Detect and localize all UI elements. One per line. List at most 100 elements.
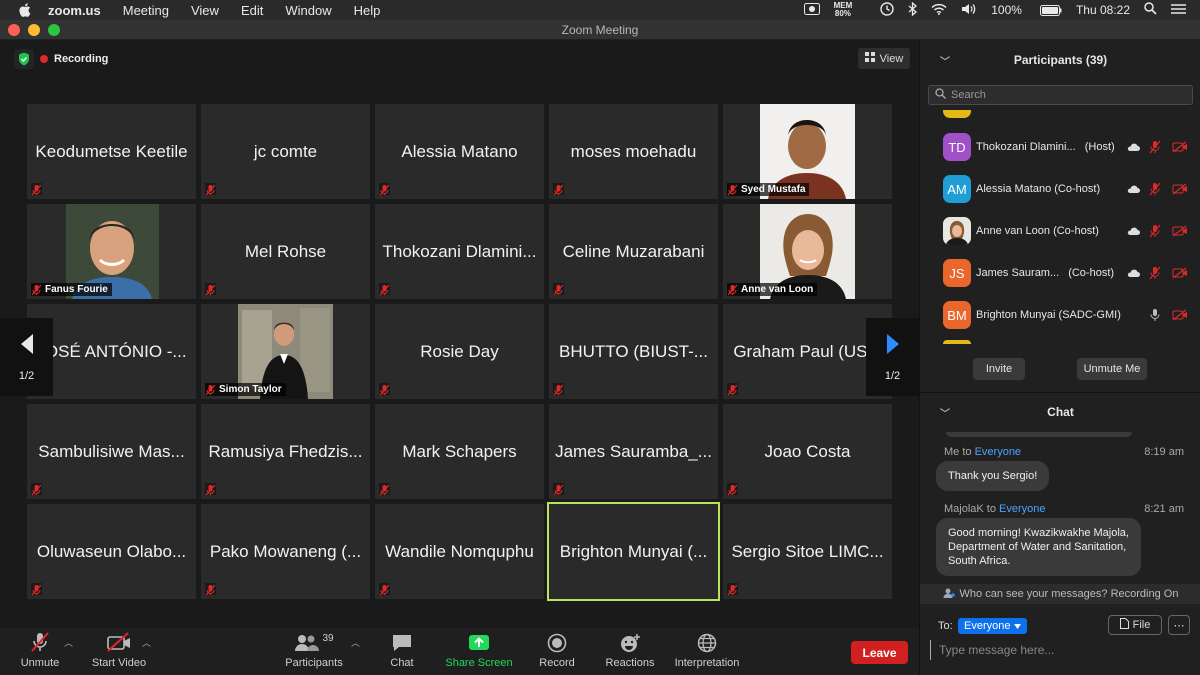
encryption-shield-icon[interactable] [14,49,34,69]
participant-row[interactable]: TD Thokozani Dlamini... (Host) [920,129,1200,165]
video-tile[interactable]: Mark Schapers [375,404,544,499]
participant-row[interactable]: Anne van Loon (Co-host) [920,213,1200,249]
chat-visibility-notice[interactable]: Who can see your messages? Recording On [920,584,1200,604]
file-button[interactable]: File [1108,615,1162,635]
video-tile[interactable]: moses moehadu [549,104,718,199]
volume-icon[interactable] [961,3,977,18]
active-speaker-tile[interactable]: Brighton Munyai (... [547,502,720,601]
participant-row[interactable]: BM Brighton Munyai (SADC-GMI) [920,297,1200,333]
video-tile[interactable]: Keodumetse Keetile [27,104,196,199]
video-off-icon [107,632,130,652]
menu-edit[interactable]: Edit [241,3,263,18]
video-tile[interactable]: jc comte [201,104,370,199]
menu-window[interactable]: Window [285,3,331,18]
video-tile[interactable]: Sambulisiwe Mas... [27,404,196,499]
unmute-button[interactable]: Unmute [14,628,66,675]
video-tile[interactable]: Simon Taylor [201,304,370,399]
muted-mic-icon[interactable] [1149,266,1161,280]
share-screen-button[interactable]: Share Screen [442,628,516,675]
wifi-icon[interactable] [931,3,947,18]
audio-options-caret-icon[interactable]: ︿ [64,636,73,649]
video-off-icon[interactable] [1172,309,1188,321]
leave-button[interactable]: Leave [851,641,908,664]
control-center-icon[interactable] [1171,3,1186,18]
apple-icon[interactable] [18,3,32,18]
participants-button[interactable]: 39 Participants [280,628,348,675]
video-tile[interactable]: Ramusiya Fhedzis... [201,404,370,499]
recording-indicator[interactable]: Recording [40,49,108,69]
video-off-icon[interactable] [1172,225,1188,237]
file-label: File [1132,619,1151,631]
video-tile[interactable]: Alessia Matano [375,104,544,199]
memory-meter[interactable]: MEM 80% [834,2,867,18]
video-off-icon[interactable] [1172,141,1188,153]
menu-view[interactable]: View [191,3,219,18]
video-off-icon[interactable] [1172,183,1188,195]
video-tile[interactable]: Anne van Loon [723,204,892,299]
video-tile[interactable]: James Sauramba_... [549,404,718,499]
notice-text: Who can see your messages? Recording On [959,588,1179,600]
video-options-caret-icon[interactable]: ︿ [142,636,151,649]
app-menu[interactable]: zoom.us [48,3,101,18]
video-tile[interactable]: Wandile Nomquphu [375,504,544,599]
muted-mic-icon [379,183,390,196]
video-tile[interactable]: Thokozani Dlamini... [375,204,544,299]
menu-help[interactable]: Help [354,3,381,18]
participant-search-input[interactable]: Search [928,85,1193,105]
participant-name: Anne van Loon [727,283,818,296]
cloud-recording-icon [1126,226,1140,236]
video-tile[interactable]: Joao Costa [723,404,892,499]
invite-button[interactable]: Invite [973,358,1025,380]
muted-mic-icon [379,283,390,296]
video-tile[interactable]: Celine Muzarabani [549,204,718,299]
participants-options-caret-icon[interactable]: ︿ [351,636,360,649]
video-tile[interactable]: BHUTTO (BIUST-... [549,304,718,399]
record-button[interactable]: Record [534,628,580,675]
reactions-button[interactable]: Reactions [602,628,658,675]
video-tile[interactable]: Pako Mowaneng (... [201,504,370,599]
video-tile[interactable]: Fanus Fourie [27,204,196,299]
participant-name: BHUTTO (BIUST-... [559,341,708,361]
video-tile[interactable]: Mel Rohse [201,204,370,299]
video-tile[interactable]: Syed Mustafa [723,104,892,199]
chat-button[interactable]: Chat [382,628,422,675]
muted-mic-icon[interactable] [1149,140,1161,154]
record-status-icon[interactable] [803,2,820,18]
chat-message-input[interactable]: Type message here... [930,640,1192,660]
participant-row[interactable]: JS James Sauram... (Co-host) [920,255,1200,291]
time-machine-icon[interactable] [880,1,894,19]
video-tile[interactable]: Sergio Sitoe LIMC... [723,504,892,599]
video-tile[interactable]: Rosie Day [375,304,544,399]
view-button[interactable]: View [858,48,910,69]
zoom-window-button[interactable] [48,24,60,36]
participant-name: Sambulisiwe Mas... [38,441,185,461]
muted-mic-icon [205,483,216,496]
muted-mic-icon[interactable] [1149,182,1161,196]
interpretation-button[interactable]: Interpretation [670,628,744,675]
participants-icon [295,635,320,651]
more-options-icon[interactable]: ⋯ [1168,615,1190,635]
video-off-icon[interactable] [1172,267,1188,279]
collapse-participants-chevron-icon[interactable]: ﹀ [940,53,950,68]
spotlight-icon[interactable] [1144,2,1157,18]
unmute-me-button[interactable]: Unmute Me [1077,358,1147,380]
muted-mic-icon[interactable] [1149,224,1161,238]
close-window-button[interactable] [8,24,20,36]
unmute-label: Unmute [20,657,60,669]
avatar: AM [943,175,971,203]
recipient-dropdown[interactable]: Everyone [958,618,1028,634]
previous-page-button[interactable]: 1/2 [0,318,53,396]
battery-indicator[interactable]: 100% [991,3,1062,17]
minimize-window-button[interactable] [28,24,40,36]
bluetooth-icon[interactable] [908,1,918,19]
clock[interactable]: Thu 08:22 [1076,3,1130,17]
next-page-button[interactable]: 1/2 [866,318,919,396]
video-tile[interactable]: Oluwaseun Olabo... [27,504,196,599]
chat-label: Chat [390,657,414,669]
menu-meeting[interactable]: Meeting [123,3,169,18]
mic-icon[interactable] [1150,308,1160,322]
interpretation-label: Interpretation [674,657,740,669]
participant-row[interactable]: AM Alessia Matano (Co-host) [920,171,1200,207]
collapse-chat-chevron-icon[interactable]: ﹀ [940,405,950,420]
avatar: TD [943,133,971,161]
